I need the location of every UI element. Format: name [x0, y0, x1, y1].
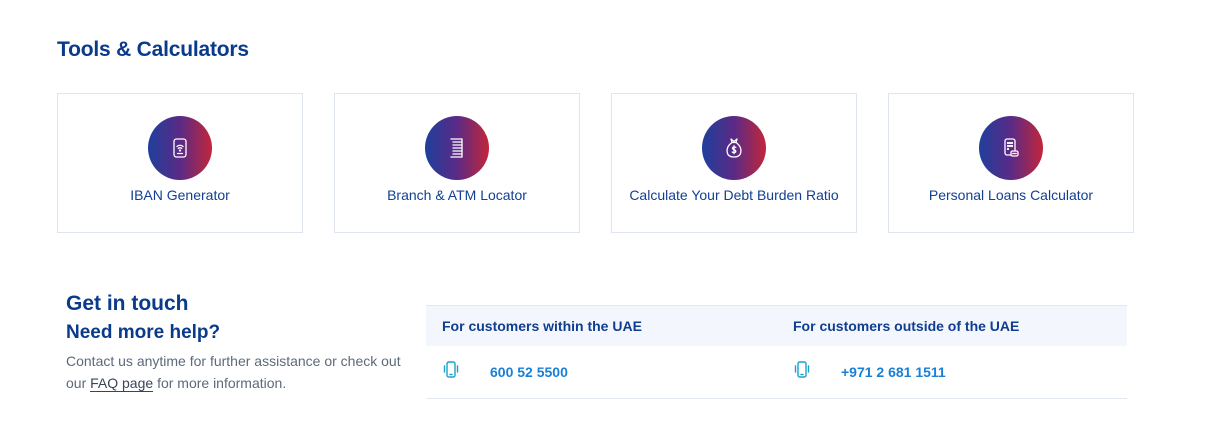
money-bag-icon — [702, 116, 766, 180]
contact-table: For customers within the UAE For custome… — [426, 305, 1127, 399]
tools-section-title: Tools & Calculators — [57, 38, 249, 61]
tool-card-personal-loans-calculator[interactable]: Personal Loans Calculator — [888, 93, 1134, 233]
faq-page-link[interactable]: FAQ page — [90, 375, 154, 392]
contact-description: Contact us anytime for further assistanc… — [66, 350, 406, 394]
header-outside-uae: For customers outside of the UAE — [793, 318, 1020, 334]
calculator-icon — [979, 116, 1043, 180]
tool-label: Calculate Your Debt Burden Ratio — [629, 187, 839, 203]
phone-number-outside-uae[interactable]: +971 2 681 1511 — [841, 364, 946, 380]
tool-label: Branch & ATM Locator — [387, 187, 527, 203]
mobile-phone-icon — [443, 361, 459, 378]
get-in-touch-title: Get in touch — [66, 292, 189, 315]
contact-text-after: for more information. — [157, 375, 287, 391]
contact-table-row: 600 52 5500 +971 2 681 1511 — [426, 346, 1127, 399]
card-wireless-icon — [148, 116, 212, 180]
phone-number-uae[interactable]: 600 52 5500 — [490, 364, 568, 380]
header-within-uae: For customers within the UAE — [442, 318, 642, 334]
tool-label: IBAN Generator — [130, 187, 230, 203]
contact-table-header: For customers within the UAE For custome… — [426, 305, 1127, 346]
tool-card-iban-generator[interactable]: IBAN Generator — [57, 93, 303, 233]
atm-icon — [425, 116, 489, 180]
tool-card-debt-burden-ratio[interactable]: Calculate Your Debt Burden Ratio — [611, 93, 857, 233]
tool-card-branch-atm-locator[interactable]: Branch & ATM Locator — [334, 93, 580, 233]
tool-label: Personal Loans Calculator — [928, 187, 1094, 203]
need-help-subtitle: Need more help? — [66, 322, 221, 343]
mobile-phone-icon — [794, 361, 810, 378]
